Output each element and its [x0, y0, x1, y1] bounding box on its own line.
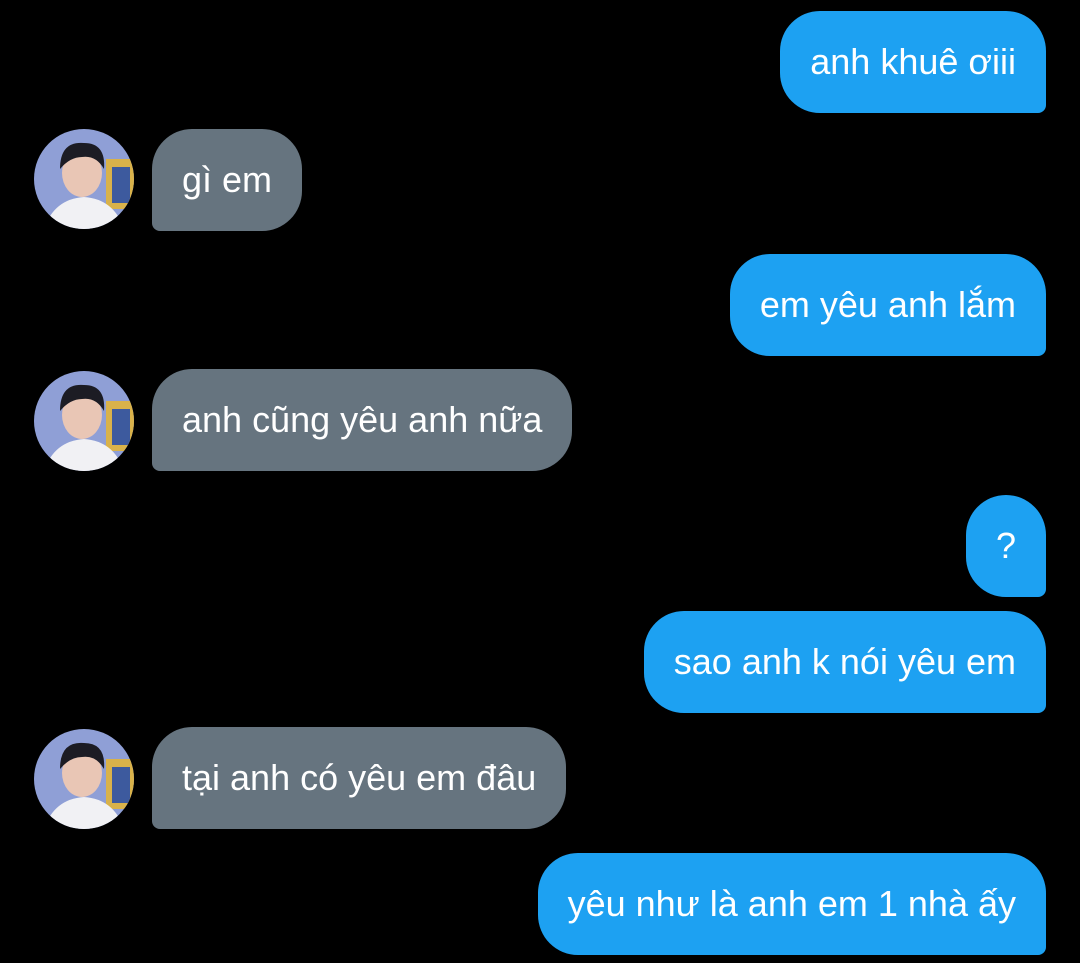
sent-message-bubble[interactable]: yêu như là anh em 1 nhà ấy [537, 853, 1046, 955]
received-message-bubble[interactable]: tại anh có yêu em đâu [152, 727, 567, 829]
contact-avatar-icon[interactable] [34, 729, 134, 829]
contact-avatar-icon[interactable] [34, 371, 134, 471]
sent-message-bubble[interactable]: anh khuê ơiii [780, 11, 1046, 113]
received-message-bubble[interactable]: anh cũng yêu anh nữa [152, 369, 573, 471]
chat-thread: anh khuê ơiii gì em em yêu anh lắm anh c… [0, 0, 1080, 963]
received-message-bubble[interactable]: gì em [152, 129, 303, 231]
sent-message-bubble[interactable]: ? [965, 495, 1046, 597]
contact-avatar-icon[interactable] [34, 129, 134, 229]
sent-message-bubble[interactable]: em yêu anh lắm [729, 254, 1046, 356]
sent-message-bubble[interactable]: sao anh k nói yêu em [643, 611, 1046, 713]
